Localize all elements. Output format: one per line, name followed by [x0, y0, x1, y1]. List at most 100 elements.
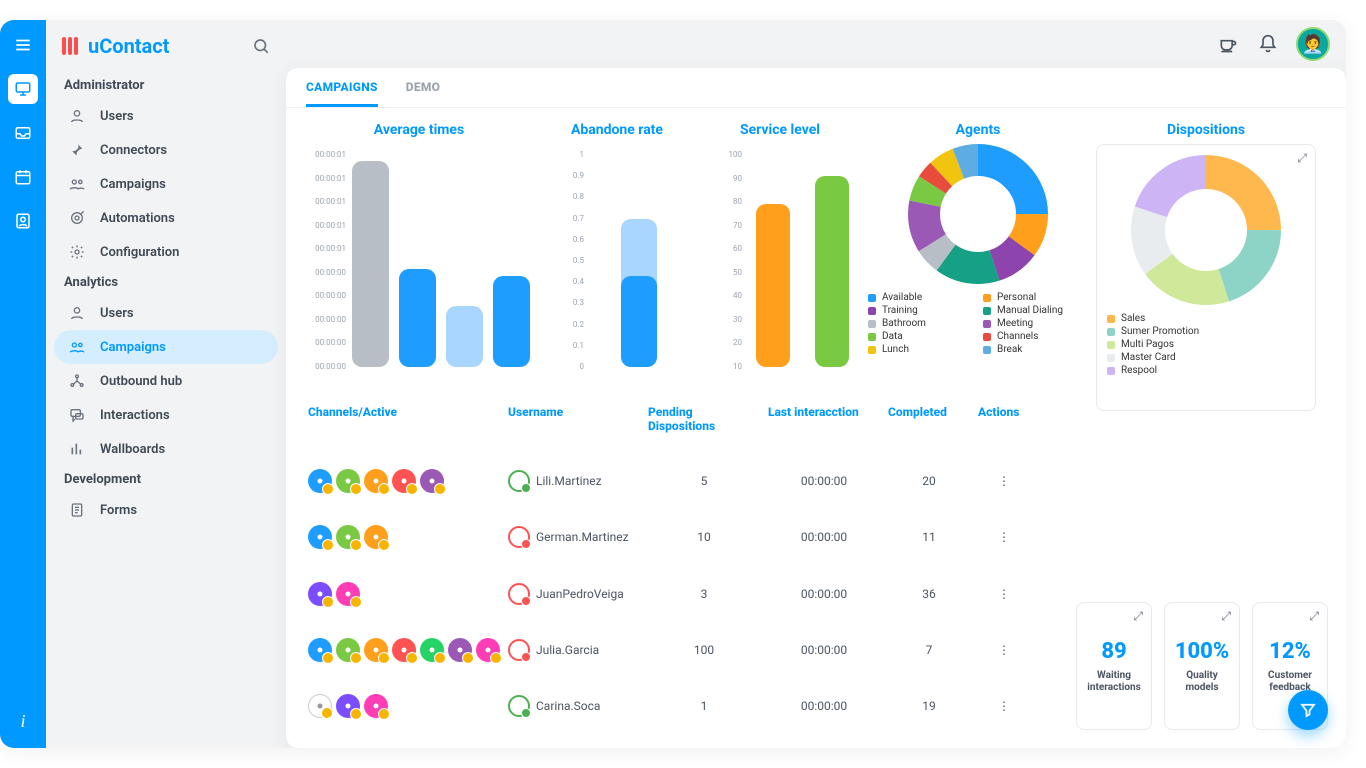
expand-icon[interactable]: ⤢	[1221, 609, 1231, 624]
username-cell: Lili.Martinez	[504, 453, 644, 509]
channels-cell	[304, 509, 504, 565]
sidebar: uContact AdministratorUsersConnectorsCam…	[46, 20, 286, 748]
legend-item: Sales	[1107, 313, 1305, 324]
tab-demo[interactable]: DEMO	[406, 80, 441, 107]
kebab-icon[interactable]: ⋮	[998, 643, 1010, 657]
completed-cell: 36	[884, 565, 974, 621]
web-pink-icon[interactable]	[476, 638, 500, 662]
expand-icon[interactable]: ⤢	[1297, 151, 1307, 166]
actions-cell: ⋮	[974, 622, 1034, 678]
sidebar-item-label: Interactions	[100, 408, 170, 423]
metric-label: Quality models	[1165, 670, 1239, 694]
sidebar-item-connectors[interactable]: Connectors	[54, 133, 278, 167]
completed-cell: 11	[884, 509, 974, 565]
username-cell: German.Martinez	[504, 509, 644, 565]
search-icon[interactable]	[252, 37, 270, 55]
chart-panel-3: Agents AvailablePersonalTrainingManual D…	[868, 122, 1088, 389]
legend-item: Training	[868, 305, 973, 316]
target-icon	[68, 210, 86, 226]
chart-title: Dispositions	[1096, 122, 1316, 138]
phone-blue-icon[interactable]	[308, 638, 332, 662]
metric-label: Waiting interactions	[1077, 670, 1151, 694]
sidebar-item-label: Wallboards	[100, 442, 165, 457]
completed-cell: 7	[884, 622, 974, 678]
main: 🧑‍💼 CAMPAIGNSDEMO Average times 00:00:01…	[286, 20, 1346, 748]
tablet-green-icon[interactable]	[336, 469, 360, 493]
user-icon	[68, 108, 86, 124]
sidebar-item-users[interactable]: Users	[54, 99, 278, 133]
monitor-icon[interactable]	[8, 74, 38, 104]
messenger-purple-icon[interactable]	[336, 694, 360, 718]
pending-cell: 3	[644, 565, 764, 621]
completed-cell: 20	[884, 453, 974, 509]
expand-icon[interactable]: ⤢	[1309, 609, 1319, 624]
phone-blue-icon[interactable]	[308, 469, 332, 493]
legend-item: Respool	[1107, 365, 1305, 376]
user-avatar-icon	[508, 470, 530, 492]
mail-orange-icon[interactable]	[364, 525, 388, 549]
sidebar-item-campaigns[interactable]: Campaigns	[54, 167, 278, 201]
completed-cell: 19	[884, 678, 974, 734]
column-header-channels: Channels/Active	[304, 397, 504, 453]
messenger-purple-icon[interactable]	[308, 582, 332, 606]
inbox-icon[interactable]	[8, 118, 38, 148]
kebab-icon[interactable]: ⋮	[998, 530, 1010, 544]
tab-campaigns[interactable]: CAMPAIGNS	[306, 80, 378, 107]
expand-icon[interactable]: ⤢	[1133, 609, 1143, 624]
tablet-green-icon[interactable]	[336, 525, 360, 549]
phone-blue-icon[interactable]	[308, 525, 332, 549]
info-icon[interactable]: i	[20, 711, 25, 732]
avatar[interactable]: 🧑‍💼	[1296, 27, 1330, 61]
kebab-icon[interactable]: ⋮	[998, 474, 1010, 488]
tablet-green-icon[interactable]	[336, 638, 360, 662]
sidebar-item-interactions[interactable]: Interactions	[54, 398, 278, 432]
sidebar-item-label: Outbound hub	[100, 374, 182, 389]
tablet-pink-icon[interactable]	[364, 694, 388, 718]
legend-item: Channels	[983, 331, 1088, 342]
coffee-icon[interactable]	[1216, 32, 1240, 56]
legend-item: Meeting	[983, 318, 1088, 329]
sms-purple-icon[interactable]	[420, 469, 444, 493]
mail-red-icon[interactable]	[392, 469, 416, 493]
legend-item: Lunch	[868, 344, 973, 355]
kebab-icon[interactable]: ⋮	[998, 699, 1010, 713]
calendar-icon[interactable]	[8, 162, 38, 192]
sidebar-item-campaigns[interactable]: Campaigns	[54, 330, 278, 364]
sms-purple-icon[interactable]	[448, 638, 472, 662]
legend-item: Manual Dialing	[983, 305, 1088, 316]
pending-cell: 100	[644, 622, 764, 678]
username-cell: Julia.Garcia	[504, 622, 644, 678]
chat-red-icon[interactable]	[392, 638, 416, 662]
actions-cell: ⋮	[974, 453, 1034, 509]
sidebar-item-outbound-hub[interactable]: Outbound hub	[54, 364, 278, 398]
contact-icon[interactable]	[8, 206, 38, 236]
actions-cell: ⋮	[974, 678, 1034, 734]
chart-title: Average times	[304, 122, 534, 138]
filter-button[interactable]	[1288, 690, 1328, 730]
whatsapp-green-icon[interactable]	[420, 638, 444, 662]
sidebar-item-automations[interactable]: Automations	[54, 201, 278, 235]
user-icon	[68, 305, 86, 321]
bell-icon[interactable]	[1256, 32, 1280, 56]
legend-item: Bathroom	[868, 318, 973, 329]
tabs: CAMPAIGNS DEMO	[286, 68, 1346, 108]
sidebar-item-wallboards[interactable]: Wallboards	[54, 432, 278, 466]
channels-cell	[304, 678, 504, 734]
legend-item: Multi Pagos	[1107, 339, 1305, 350]
sidebar-item-users[interactable]: Users	[54, 296, 278, 330]
kebab-icon[interactable]: ⋮	[998, 587, 1010, 601]
mail-orange-icon[interactable]	[364, 638, 388, 662]
sidebar-item-label: Users	[100, 109, 134, 124]
pending-cell: 1	[644, 678, 764, 734]
channels-cell	[304, 622, 504, 678]
sidebar-section-title: Administrator	[54, 72, 278, 99]
bars-icon	[68, 441, 86, 457]
sidebar-item-forms[interactable]: Forms	[54, 493, 278, 527]
gear-icon	[68, 244, 86, 260]
sidebar-item-configuration[interactable]: Configuration	[54, 235, 278, 269]
web-white-icon[interactable]	[308, 694, 332, 718]
last-cell: 00:00:00	[764, 678, 884, 734]
chat-orange-icon[interactable]	[364, 469, 388, 493]
tablet-pink-icon[interactable]	[336, 582, 360, 606]
menu-icon[interactable]	[8, 30, 38, 60]
